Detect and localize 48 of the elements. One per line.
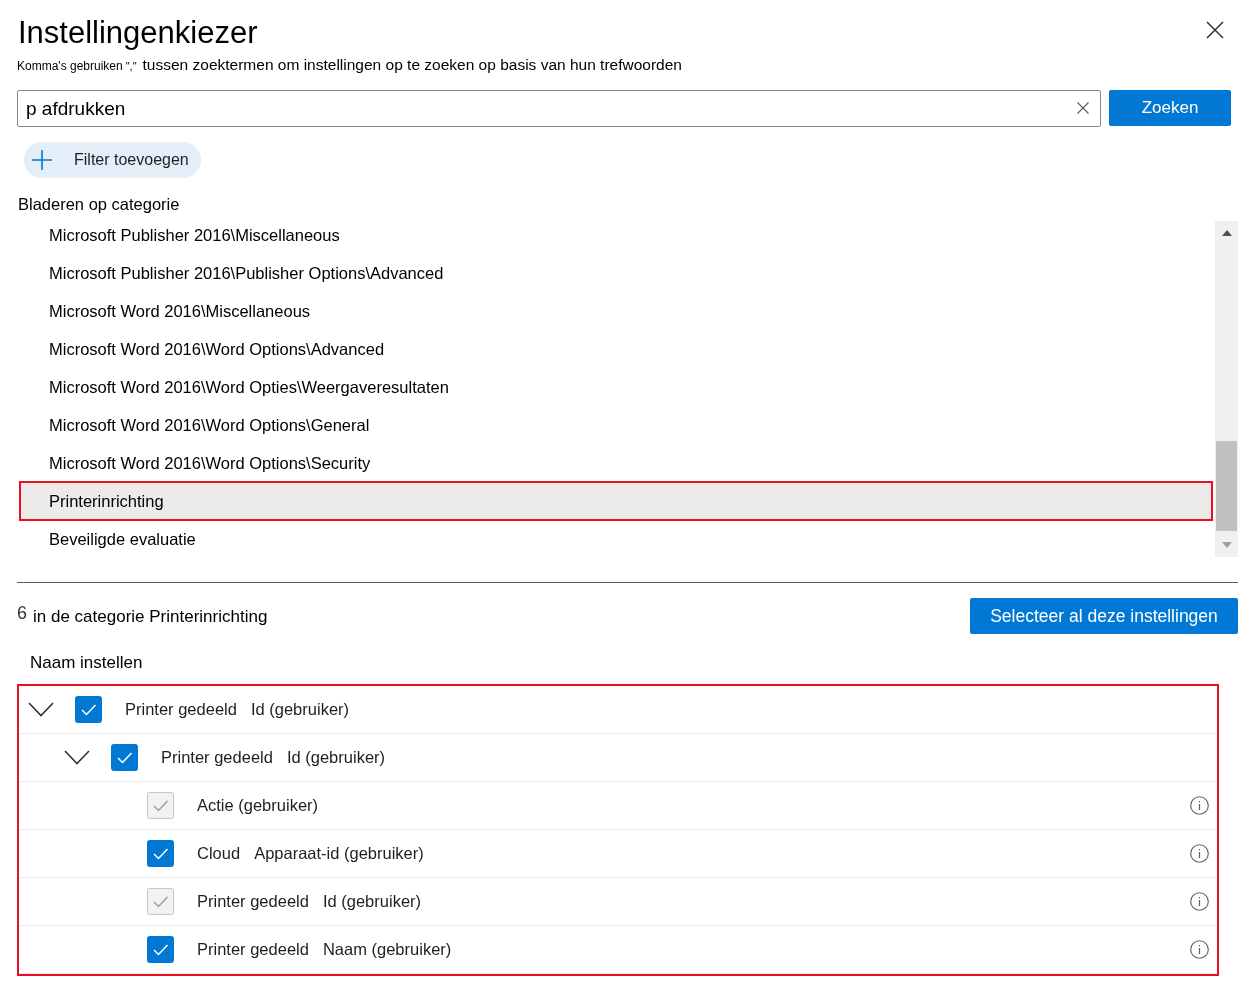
setting-label: Printer gedeeld [197,940,309,959]
setting-label: Apparaat-id (gebruiker) [254,844,424,863]
clear-button[interactable] [1077,102,1089,114]
setting-label: Printer gedeeld [161,748,273,767]
hint-text: tussen zoektermen om instellingen op te zoeken op basis van hun trefwoorden [142,55,682,75]
setting-label: Actie (gebruiker) [197,796,319,815]
hint-text: Komma's gebruiken [17,58,123,75]
category-item[interactable]: Microsoft Publisher 2016\Miscellaneous [17,216,1213,254]
category-item[interactable]: Printerinrichting [21,483,1211,519]
quote-marks: "," [125,59,137,74]
category-item[interactable]: Microsoft Word 2016\Word Options\Security [17,444,1213,482]
scroll-up-icon[interactable] [1221,230,1232,236]
category-item[interactable]: Beveiligde evaluatie [17,520,1213,558]
scrollbar-thumb[interactable] [1216,441,1237,531]
dialog-title: Instellingenkiezer [18,14,258,52]
chevron-icon[interactable] [64,750,90,765]
category-item[interactable]: Microsoft Publisher 2016\Publisher Options\Advanced [17,254,1213,292]
scrollbar[interactable] [1215,221,1238,557]
result-caption: in de categorie Printerinrichting [33,606,268,627]
section-heading: Bladeren op categorie [17,194,181,214]
info-icon[interactable] [1190,940,1209,959]
category-item[interactable]: Microsoft Word 2016\Miscellaneous [17,292,1213,330]
category-item[interactable]: Microsoft Word 2016\Word Options\Advanced [17,330,1213,368]
select-all-button[interactable]: Selecteer al deze instellingen [970,598,1238,634]
setting-label: Printer gedeeld [197,892,309,911]
search-button[interactable]: Zoeken [1109,90,1231,126]
close-button[interactable] [1206,21,1224,39]
setting-label: Id (gebruiker) [322,892,422,911]
add-filter-button[interactable]: Filter toevoegen [24,142,201,178]
search-field[interactable]: p afdrukken [17,90,1101,127]
info-icon[interactable] [1190,844,1209,863]
column-header: Naam instellen [29,652,144,674]
plus-icon [32,150,52,170]
checkbox[interactable] [147,840,174,867]
checkbox[interactable] [147,936,174,963]
setting-label: Id (gebruiker) [250,700,350,719]
setting-label: Id (gebruiker) [286,748,386,767]
result-count: 6 [17,602,27,624]
category-item[interactable]: Microsoft Word 2016\Word Opties\Weergaveresultaten [17,368,1213,406]
category-item[interactable]: Microsoft Word 2016\Word Options\General [17,406,1213,444]
checkbox[interactable] [111,744,138,771]
setting-label: Printer gedeeld [125,700,237,719]
chevron-icon[interactable] [28,702,54,717]
setting-label: Naam (gebruiker) [322,940,452,959]
clear-icon [1077,102,1089,114]
setting-label: Cloud [197,844,241,863]
checkbox[interactable] [75,696,102,723]
close-icon [1206,21,1224,39]
